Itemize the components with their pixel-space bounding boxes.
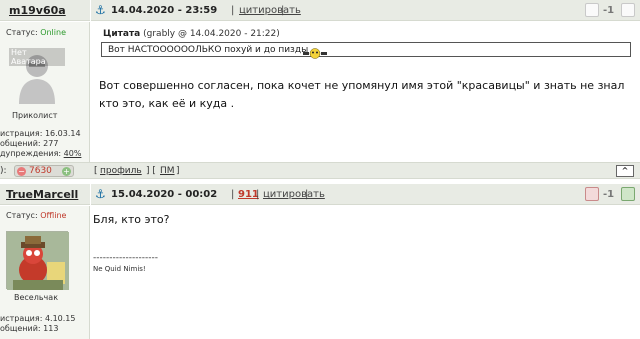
signature: Ne Quid Nimis! bbox=[93, 265, 146, 273]
quote-text: Вот НАСТООООООЛЬКО похуй и до пизды bbox=[108, 45, 309, 55]
bracket-close: | bbox=[281, 5, 285, 16]
karma-plus-icon[interactable]: + bbox=[62, 167, 71, 176]
post1-rep-value: -1 bbox=[603, 5, 615, 16]
post1-header: ⚓ 14.04.2020 - 23:59 | цитировать | -1 bbox=[91, 0, 640, 21]
post2-header: ⚓ 15.04.2020 - 00:02 | 911 | цитировать … bbox=[91, 184, 640, 205]
bracket-open: | bbox=[231, 5, 235, 16]
posts-label: общений: bbox=[0, 324, 41, 333]
bracket: | bbox=[305, 189, 309, 200]
smiley-icon bbox=[302, 44, 328, 59]
status-offline: Offline bbox=[40, 211, 67, 220]
karma-widget: − 7630 + bbox=[14, 165, 74, 177]
post1-footer: ): − 7630 + [ профиль ] [ ПМ ] ^ bbox=[0, 162, 640, 179]
bracket: | bbox=[231, 189, 235, 200]
post2-author-name[interactable]: TrueMarcell bbox=[6, 188, 78, 201]
reg-label: истрация: bbox=[0, 129, 43, 138]
post2-rep-value: -1 bbox=[603, 189, 615, 200]
post2-date: 15.04.2020 - 00:02 bbox=[111, 189, 218, 200]
reg-label: истрация: bbox=[0, 314, 43, 323]
posts-count: 113 bbox=[43, 324, 59, 333]
post1-date: 14.04.2020 - 23:59 bbox=[111, 5, 218, 16]
status-label: Статус: bbox=[6, 211, 38, 220]
warn-label: дупреждения: bbox=[0, 149, 62, 158]
anchor-icon[interactable]: ⚓ bbox=[95, 3, 106, 17]
post1-author-name[interactable]: m19v60a bbox=[9, 4, 66, 17]
reg-date: 4.10.15 bbox=[44, 314, 76, 323]
post2-quote-button[interactable]: цитировать bbox=[263, 189, 325, 200]
footer-label: ): bbox=[0, 166, 7, 176]
rep-up-icon[interactable] bbox=[621, 3, 635, 17]
warn-value[interactable]: 40% bbox=[64, 149, 82, 158]
reg-date: 16.03.14 bbox=[44, 129, 81, 138]
profile-link[interactable]: профиль bbox=[100, 166, 142, 176]
bracket: | bbox=[256, 189, 260, 200]
karma-value: 7630 bbox=[29, 166, 52, 176]
rep-down-icon[interactable] bbox=[585, 187, 599, 201]
post2-body: Бля, кто это? -------------------- Ne Qu… bbox=[91, 206, 640, 339]
post1-sidebar: Статус: Online Нет Аватара Приколист ист… bbox=[0, 22, 90, 162]
rep-down-icon[interactable] bbox=[585, 3, 599, 17]
quote-title: Цитата bbox=[103, 29, 141, 39]
quote-box: Вот НАСТООООООЛЬКО похуй и до пизды bbox=[101, 42, 631, 59]
post1-quote-button[interactable]: цитировать bbox=[239, 5, 301, 16]
quote-meta: (grably @ 14.04.2020 - 21:22) bbox=[143, 29, 280, 39]
scroll-top-button[interactable]: ^ bbox=[616, 165, 634, 177]
status-label: Статус: bbox=[6, 28, 38, 37]
post1-author-header: m19v60a bbox=[0, 0, 90, 21]
post2-sidebar: Статус: Offline Весельчак истрация: 4.10… bbox=[0, 206, 90, 339]
status-online: Online bbox=[40, 28, 66, 37]
post2-message: Бля, кто это? bbox=[93, 213, 170, 226]
signature-divider: -------------------- bbox=[93, 253, 158, 263]
karma-minus-icon[interactable]: − bbox=[17, 167, 26, 176]
rank: Весельчак bbox=[14, 293, 59, 302]
bracket: ] bbox=[176, 166, 180, 176]
posts-count: 277 bbox=[43, 139, 59, 148]
avatar bbox=[6, 231, 69, 290]
avatar: Нет Аватара bbox=[9, 44, 65, 104]
posts-label: общений: bbox=[0, 139, 41, 148]
pm-link[interactable]: ПМ bbox=[160, 166, 175, 176]
bracket: ] [ bbox=[146, 166, 156, 176]
post1-body: Цитата (grably @ 14.04.2020 - 21:22) Вот… bbox=[91, 22, 640, 162]
rank: Приколист bbox=[12, 111, 58, 120]
avatar-text: Нет Аватара bbox=[9, 48, 65, 66]
character-avatar-icon bbox=[7, 232, 69, 290]
post2-author-header: TrueMarcell bbox=[0, 184, 90, 205]
post1-message: Вот совершенно согласен, пока кочет не у… bbox=[99, 79, 625, 110]
rep-up-icon[interactable] bbox=[621, 187, 635, 201]
bracket: [ bbox=[94, 166, 98, 176]
anchor-icon[interactable]: ⚓ bbox=[95, 187, 106, 201]
